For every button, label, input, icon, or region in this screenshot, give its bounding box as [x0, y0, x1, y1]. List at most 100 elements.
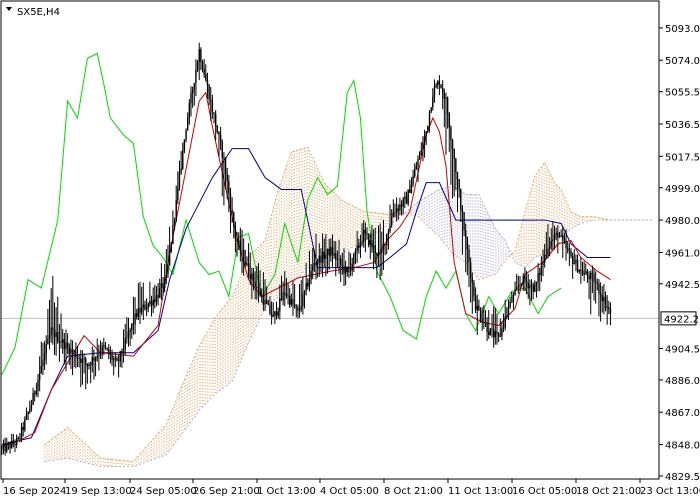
candle-body — [310, 270, 312, 280]
candle-body — [17, 437, 19, 439]
candle-body — [555, 232, 557, 235]
candle-body — [425, 131, 427, 136]
candle-body — [560, 235, 562, 237]
candle-body — [12, 440, 15, 444]
candle-body — [545, 255, 548, 257]
candle-body — [249, 274, 251, 280]
y-tick-label: 4980.0 — [665, 216, 700, 227]
candle-body — [420, 150, 422, 152]
candle-body — [205, 74, 207, 80]
candle-body — [236, 238, 238, 242]
y-tick-label: 5017.5 — [665, 152, 700, 163]
candle-body — [168, 252, 171, 265]
candle-body — [29, 409, 31, 413]
candle-body — [594, 281, 597, 283]
candle-body — [261, 295, 263, 297]
candle-body — [344, 267, 347, 274]
candle-body — [206, 79, 209, 86]
candle-body — [14, 443, 16, 446]
candle-body — [241, 249, 243, 251]
candle-body — [226, 173, 228, 181]
candle-body — [272, 315, 274, 317]
candle-body — [251, 273, 253, 280]
candle-body — [155, 295, 158, 302]
candle-body — [242, 249, 245, 263]
candle-body — [534, 284, 536, 292]
candle-body — [112, 359, 115, 361]
y-tick-label: 4867.0 — [665, 408, 700, 419]
candle-body — [552, 239, 554, 242]
candle-body — [483, 321, 485, 323]
candle-body — [279, 298, 281, 312]
candle-body — [269, 304, 271, 314]
candle-body — [501, 328, 503, 337]
candle-body — [520, 283, 523, 285]
y-tick-label: 4904.5 — [665, 344, 700, 355]
candle-body — [122, 349, 125, 354]
candle-body — [320, 255, 322, 263]
candle-body — [596, 282, 599, 284]
candle-body — [280, 298, 283, 301]
candle-body — [455, 158, 457, 173]
candle-body — [114, 358, 117, 360]
candle-body — [512, 294, 515, 303]
candle-body — [65, 342, 67, 350]
candle-body — [214, 114, 217, 127]
candle-body — [443, 92, 446, 99]
y-tick-label: 4961.0 — [665, 248, 700, 259]
candle-body — [229, 193, 232, 210]
candle-body — [40, 366, 43, 374]
candle-body — [53, 329, 56, 338]
candle-body — [61, 339, 64, 343]
candle-body — [218, 132, 220, 135]
candle-body — [522, 275, 524, 284]
candle-body — [38, 373, 41, 381]
candle-body — [423, 135, 426, 143]
candle-body — [354, 250, 357, 254]
candle-body — [32, 393, 34, 405]
current-price-label: 4922.2 — [664, 314, 699, 325]
candle-body — [471, 277, 473, 283]
candle-body — [147, 303, 149, 308]
candle-body — [445, 97, 447, 99]
candle-body — [25, 414, 28, 420]
candle-body — [356, 245, 358, 251]
candle-body — [246, 263, 248, 265]
candle-body — [492, 329, 495, 338]
candle-body — [399, 204, 401, 211]
candle-body — [494, 331, 497, 338]
candle-body — [382, 244, 385, 250]
candle-body — [175, 199, 177, 221]
candle-body — [384, 244, 386, 246]
y-tick-label: 4848.0 — [665, 441, 700, 452]
candle-body — [238, 240, 240, 242]
candle-body — [78, 357, 80, 359]
candle-body — [254, 281, 256, 287]
candle-body — [358, 245, 360, 248]
price-chart[interactable]: 5093.0 5074.0 5055.5 5036.5 5017.5 4999.0 4980… — [0, 0, 700, 500]
candle-body — [180, 168, 182, 173]
candle-body — [318, 255, 321, 262]
candle-body — [305, 283, 307, 291]
candle-body — [257, 287, 260, 289]
candle-body — [458, 179, 460, 190]
candle-body — [590, 272, 592, 280]
candle-body — [111, 354, 113, 360]
candle-body — [228, 180, 230, 194]
candle-body — [376, 253, 378, 256]
candle-body — [140, 307, 143, 313]
candle-body — [47, 338, 49, 345]
candle-body — [387, 231, 390, 235]
candle-body — [234, 226, 237, 239]
candle-body — [343, 265, 345, 274]
candle-body — [542, 262, 544, 266]
candle-body — [45, 344, 47, 354]
candle-body — [395, 208, 398, 213]
candle-body — [335, 253, 337, 260]
candle-body — [265, 299, 268, 304]
candle-body — [152, 299, 154, 306]
candle-body — [604, 296, 607, 308]
candle-body — [94, 358, 97, 361]
candle-body — [80, 358, 82, 363]
candle-body — [450, 127, 452, 140]
